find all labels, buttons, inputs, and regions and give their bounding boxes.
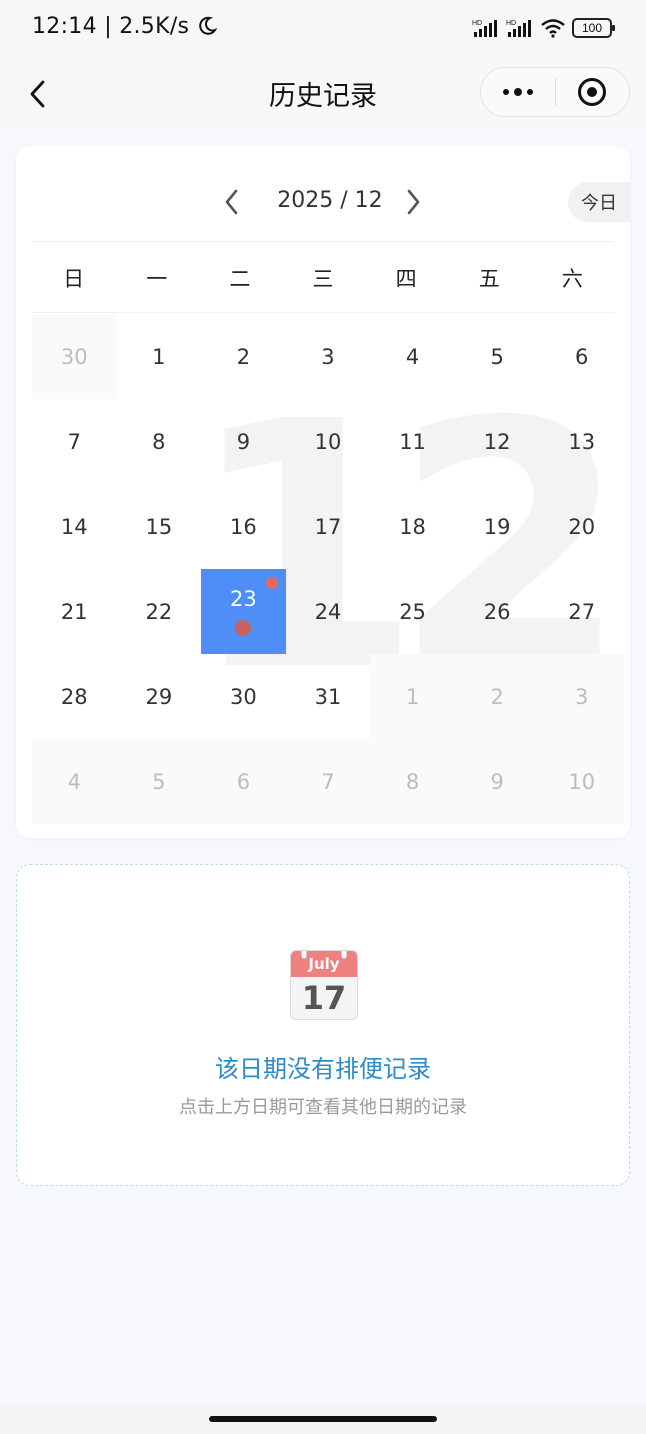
calendar-day-selected[interactable]: 23 — [201, 569, 286, 654]
calendar-day[interactable]: 15 — [117, 484, 202, 569]
today-button[interactable]: 今日 — [568, 182, 630, 222]
calendar-day[interactable]: 8 — [370, 739, 455, 824]
calendar-day[interactable]: 9 — [454, 739, 540, 824]
nav-bar: 历史记录 — [0, 58, 646, 130]
calendar-day[interactable]: 17 — [286, 484, 371, 569]
status-time: 12:14 | 2.5K/s — [32, 14, 218, 39]
calendar-day[interactable]: 12 — [455, 399, 540, 484]
calendar-day[interactable]: 6 — [201, 739, 286, 824]
calendar-day[interactable]: 27 — [539, 569, 624, 654]
calendar-icon-day: 17 — [301, 979, 347, 1017]
calendar-day[interactable]: 10 — [286, 399, 371, 484]
calendar-ring — [301, 951, 307, 959]
status-icons: HD HD 100 — [472, 16, 615, 40]
calendar-icon: July 17 — [290, 950, 358, 1020]
moon-icon — [198, 16, 218, 35]
calendar-day[interactable]: 18 — [370, 484, 455, 569]
calendar-grid: 30 1 2 3 4 5 6 7 8 9 10 11 12 13 14 15 16 17 18 19 20 21 22 23 2… — [32, 314, 624, 824]
calendar-day[interactable]: 13 — [539, 399, 624, 484]
weekday-label: 日 — [63, 266, 85, 291]
calendar-day[interactable]: 1 — [370, 654, 455, 739]
svg-text:HD: HD — [506, 20, 516, 27]
more-button[interactable] — [481, 67, 555, 117]
calendar-day[interactable]: 21 — [32, 569, 117, 654]
empty-title: 该日期没有排便记录 — [215, 1055, 431, 1083]
mini-program-capsule — [480, 67, 630, 117]
calendar-day[interactable]: 8 — [117, 399, 202, 484]
battery-level: 100 — [581, 21, 603, 35]
calendar-day[interactable]: 25 — [370, 569, 455, 654]
calendar-day[interactable]: 2 — [454, 654, 540, 739]
weekday-label: 三 — [312, 266, 334, 291]
svg-text:HD: HD — [472, 20, 482, 27]
weekday-label: 二 — [229, 266, 251, 291]
calendar-day[interactable]: 1 — [117, 314, 202, 399]
calendar-day[interactable]: 14 — [32, 484, 117, 569]
calendar-day[interactable]: 26 — [455, 569, 540, 654]
calendar-day[interactable]: 2 — [201, 314, 286, 399]
calendar-day[interactable]: 20 — [539, 484, 624, 569]
record-dot — [265, 577, 278, 589]
home-indicator[interactable] — [209, 1416, 437, 1422]
battery-icon: 100 — [572, 18, 615, 38]
signal-hd-icon: HD — [472, 20, 497, 37]
calendar-day[interactable]: 6 — [539, 314, 624, 399]
calendar-day[interactable]: 30 — [32, 314, 117, 399]
calendar-day[interactable]: 4 — [32, 739, 117, 824]
calendar-day[interactable]: 16 — [201, 484, 286, 569]
calendar-day[interactable]: 11 — [370, 399, 455, 484]
weekday-label: 四 — [395, 266, 417, 291]
record-dot — [235, 620, 252, 636]
calendar-day[interactable]: 9 — [201, 399, 286, 484]
empty-subtitle: 点击上方日期可查看其他日期的记录 — [179, 1097, 467, 1118]
calendar-day[interactable]: 28 — [32, 654, 117, 739]
chevron-right-icon — [407, 189, 420, 215]
home-indicator-bar — [0, 1404, 646, 1434]
calendar-day[interactable]: 30 — [201, 654, 286, 739]
weekday-row: 日一二三四五六 — [32, 243, 614, 313]
calendar-day[interactable]: 7 — [32, 399, 117, 484]
wifi-icon — [541, 19, 565, 38]
weekday-label: 五 — [478, 266, 500, 291]
page-content: 12 2025 / 12 今日 日一二三四五六 30 1 2 3 4 5 6 7 8 9 10 11 1… — [0, 130, 646, 1404]
prev-month-button[interactable] — [217, 182, 247, 222]
target-icon — [578, 78, 607, 106]
more-dots-icon — [502, 88, 533, 96]
calendar-card: 12 2025 / 12 今日 日一二三四五六 30 1 2 3 4 5 6 7 8 9 10 11 1… — [16, 146, 630, 838]
signal-hd-icon: HD — [506, 20, 531, 37]
calendar-day[interactable]: 10 — [539, 739, 624, 824]
calendar-day[interactable]: 19 — [455, 484, 540, 569]
calendar-day[interactable]: 5 — [455, 314, 540, 399]
weekday-label: 一 — [146, 266, 168, 291]
calendar-day[interactable]: 22 — [117, 569, 202, 654]
calendar-day[interactable]: 3 — [286, 314, 371, 399]
close-button[interactable] — [556, 67, 630, 117]
calendar-day[interactable]: 31 — [286, 654, 371, 739]
calendar-header: 2025 / 12 今日 — [32, 146, 630, 242]
calendar-day[interactable]: 24 — [286, 569, 371, 654]
status-bar: 12:14 | 2.5K/s HD HD 100 — [0, 0, 646, 58]
next-month-button[interactable] — [398, 182, 428, 222]
chevron-left-icon — [225, 189, 238, 215]
calendar-day[interactable]: 7 — [285, 739, 371, 824]
calendar-day[interactable]: 3 — [539, 654, 624, 739]
calendar-day[interactable]: 4 — [370, 314, 455, 399]
weekday-label: 六 — [561, 266, 583, 291]
calendar-day[interactable]: 5 — [116, 739, 202, 824]
calendar-ring — [341, 951, 347, 959]
month-label: 2025 / 12 — [277, 188, 383, 213]
day-number: 23 — [230, 587, 257, 611]
empty-state-card: July 17 该日期没有排便记录 点击上方日期可查看其他日期的记录 — [16, 864, 630, 1186]
calendar-day[interactable]: 29 — [117, 654, 202, 739]
